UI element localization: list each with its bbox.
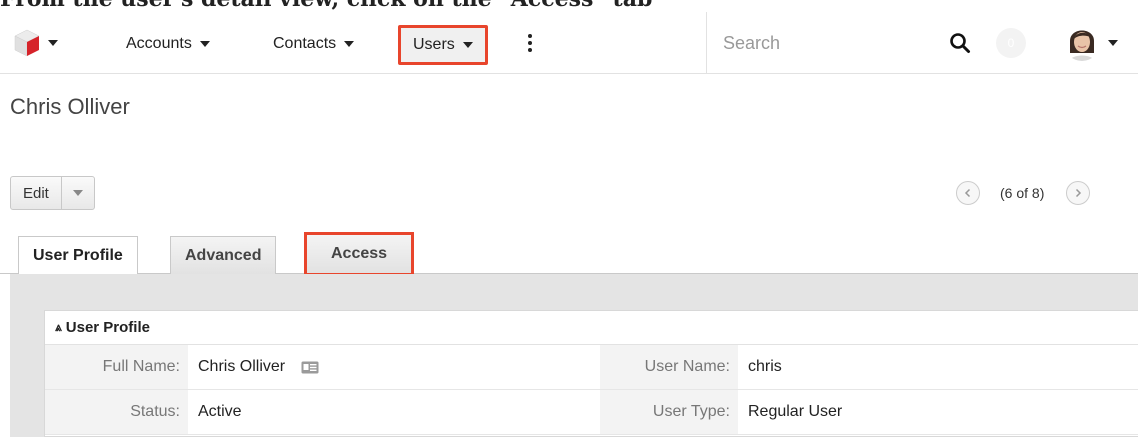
nav-menu-label: Accounts — [126, 35, 192, 52]
tab-access[interactable]: Access — [304, 232, 415, 276]
chevron-down-icon — [72, 190, 83, 196]
vcard-icon[interactable] — [301, 361, 319, 374]
page-title: Chris Olliver — [10, 94, 130, 119]
detail-row: Full Name: Chris Olliver User Name: chri… — [45, 345, 1138, 390]
nav-menu-label: Contacts — [273, 35, 337, 52]
nav-menu-label: Users — [413, 36, 455, 53]
top-navbar: Accounts Contacts Users 0 — [0, 12, 1138, 74]
full-name-value: Chris Olliver — [198, 358, 286, 375]
cube-logo-icon — [14, 29, 40, 57]
chevron-down-icon — [462, 42, 473, 48]
field-value: Regular User — [738, 390, 1138, 434]
chevron-right-icon — [1076, 188, 1082, 198]
edit-button[interactable]: Edit — [11, 177, 62, 209]
chevron-down-icon — [199, 41, 210, 47]
nav-menu-accounts[interactable]: Accounts — [126, 30, 210, 58]
collapse-icon: ⩓ — [55, 320, 62, 334]
field-label: Status: — [45, 390, 188, 434]
avatar — [1064, 25, 1100, 61]
tab-user-profile[interactable]: User Profile — [18, 236, 138, 275]
pager-position: (6 of 8) — [1000, 185, 1045, 201]
tab-advanced[interactable]: Advanced — [170, 236, 277, 274]
nav-menu-users[interactable]: Users — [398, 25, 488, 65]
nav-menu-contacts[interactable]: Contacts — [273, 30, 355, 58]
more-menu-icon[interactable] — [527, 34, 533, 54]
record-tabs: User Profile Advanced Access — [0, 232, 1138, 276]
instruction-caption: From the user's detail view, click on th… — [0, 0, 652, 12]
app-logo-menu[interactable] — [14, 28, 64, 58]
search-icon[interactable] — [949, 32, 971, 54]
edit-button-group: Edit — [10, 176, 95, 210]
chevron-down-icon — [48, 40, 58, 46]
chevron-down-icon — [1108, 40, 1118, 46]
field-value: chris — [738, 345, 1138, 389]
field-label: User Type: — [600, 390, 738, 434]
chevron-down-icon — [344, 41, 355, 47]
detail-row: Status: Active User Type: Regular User — [45, 390, 1138, 435]
next-record-button[interactable] — [1066, 181, 1091, 205]
field-label: Full Name: — [45, 345, 188, 389]
record-pager: (6 of 8) — [956, 178, 1091, 208]
edit-actions-dropdown[interactable] — [62, 177, 94, 209]
notification-badge[interactable]: 0 — [996, 28, 1026, 58]
field-value: Chris Olliver — [188, 345, 600, 389]
user-menu[interactable] — [1064, 22, 1118, 64]
search-input[interactable] — [721, 30, 941, 56]
panel-title: User Profile — [65, 319, 150, 336]
chevron-left-icon — [964, 188, 971, 198]
previous-record-button[interactable] — [956, 181, 980, 205]
panel-header[interactable]: ⩓ User Profile — [45, 311, 1138, 345]
field-label: User Name: — [600, 345, 738, 389]
search-bar — [706, 12, 996, 74]
field-value: Active — [188, 390, 600, 434]
user-profile-panel: ⩓ User Profile Full Name: Chris Olliver … — [44, 310, 1138, 437]
